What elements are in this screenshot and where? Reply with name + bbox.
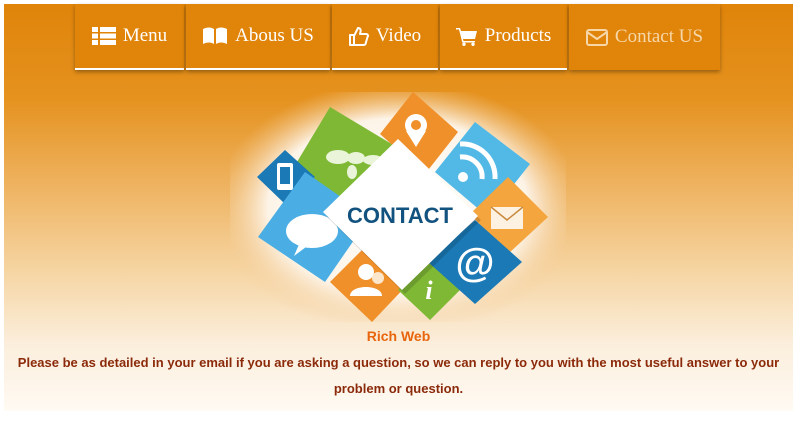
nav-item-contact-us[interactable]: Contact US bbox=[569, 4, 720, 70]
nav-label-about-us: Abous US bbox=[235, 25, 314, 46]
thumbs-up-icon bbox=[348, 26, 369, 46]
nav-item-menu[interactable]: Menu bbox=[75, 4, 184, 70]
nav-label-contact-us: Contact US bbox=[614, 26, 704, 47]
svg-text:@: @ bbox=[455, 241, 494, 285]
nav-item-video[interactable]: Video bbox=[332, 4, 438, 70]
shopping-cart-icon bbox=[455, 27, 478, 46]
book-icon bbox=[202, 27, 228, 45]
contact-instructions: Please be as detailed in your email if y… bbox=[17, 355, 780, 396]
nav-item-products[interactable]: Products bbox=[440, 4, 567, 70]
contact-banner-image: i @ CONTACT bbox=[230, 92, 566, 322]
envelope-icon bbox=[585, 28, 608, 46]
contact-banner-label: CONTACT bbox=[347, 203, 453, 228]
list-icon bbox=[91, 27, 116, 45]
nav-item-about-us[interactable]: Abous US bbox=[186, 4, 330, 70]
nav-label-products: Products bbox=[484, 25, 552, 46]
svg-text:i: i bbox=[425, 276, 433, 305]
section-title: Rich Web bbox=[366, 328, 431, 344]
main-nav: Menu Abous US Video Products Contact US bbox=[75, 4, 722, 70]
nav-label-video: Video bbox=[375, 25, 422, 46]
nav-label-menu: Menu bbox=[122, 25, 168, 46]
